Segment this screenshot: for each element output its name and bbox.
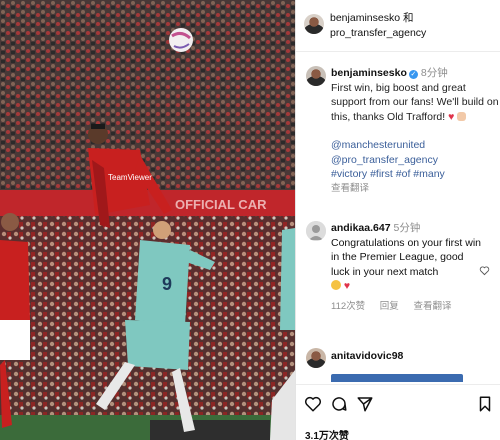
avatar-image (304, 14, 324, 34)
send-icon[interactable] (356, 395, 374, 413)
comment-meta: 112次赞 回复 查看翻译 (331, 300, 481, 315)
caption-username[interactable]: benjaminsesko (331, 67, 407, 79)
hashtags[interactable]: #victory #first #of #many (331, 167, 499, 182)
avatar-image (306, 348, 326, 368)
caption-text: First win, big boost and great support f… (331, 81, 499, 123)
mention-pro-transfer-agency[interactable]: @pro_transfer_agency (331, 153, 499, 168)
post-photo: OFFICIAL CAR TeamViewer 9 (0, 0, 295, 440)
comment-username[interactable]: andikaa.647 (331, 222, 391, 234)
svg-text:TeamViewer: TeamViewer (108, 173, 152, 182)
comment-item: anitavidovic98 (304, 346, 499, 382)
comment-likes[interactable]: 112次赞 (331, 301, 365, 312)
caption-time: 8分钟 (420, 67, 448, 79)
avatar[interactable] (306, 221, 326, 241)
clapping-hands-emoji-icon (457, 111, 467, 121)
heart-outline-icon[interactable] (304, 395, 322, 413)
football-scene-illustration: OFFICIAL CAR TeamViewer 9 (0, 0, 295, 440)
comment-text: Congratulations on your first win in the… (331, 236, 481, 278)
avatar-image (306, 66, 326, 86)
translate-link[interactable]: 查看翻译 (413, 301, 451, 312)
red-heart-emoji-icon: ♥ (343, 280, 351, 292)
mention-manchesterunited[interactable]: @manchesterunited (331, 138, 499, 153)
comment-username[interactable]: anitavidovic98 (331, 350, 403, 362)
red-heart-emoji-icon: ♥ (448, 110, 455, 123)
avatar[interactable] (304, 14, 324, 34)
comment-time: 5分钟 (393, 222, 421, 234)
verified-badge-icon: ✓ (408, 70, 418, 79)
comment-body: andikaa.647 5分钟 Congratulations on your f… (331, 221, 481, 314)
action-bar: 3.1万次赞 (296, 384, 500, 440)
account-link-2[interactable]: pro_transfer_agency (330, 27, 426, 39)
comment-like-button[interactable] (479, 265, 490, 279)
comment-icon[interactable] (330, 395, 348, 413)
collab-connector: 和 (402, 12, 414, 24)
caption-body: benjaminsesko ✓ 8分钟 First win, big boost a… (331, 66, 499, 196)
avatar[interactable] (306, 348, 326, 368)
comment-image-preview (331, 374, 463, 382)
post-header: benjaminsesko 和 pro_transfer_agency (296, 0, 500, 52)
avatar[interactable] (306, 66, 326, 86)
bookmark-icon[interactable] (476, 395, 494, 413)
collab-accounts: benjaminsesko 和 pro_transfer_agency (330, 11, 426, 41)
likes-count[interactable]: 3.1万次赞 (305, 427, 349, 440)
heart-outline-icon (479, 266, 490, 276)
svg-text:OFFICIAL CAR: OFFICIAL CAR (175, 197, 267, 212)
default-avatar-icon (306, 221, 326, 241)
account-link-1[interactable]: benjaminsesko (330, 12, 400, 24)
clapping-emoji-icon (331, 280, 341, 290)
svg-text:9: 9 (162, 274, 172, 294)
translate-link[interactable]: 查看翻译 (331, 182, 499, 197)
reply-button[interactable]: 回复 (380, 301, 399, 312)
post-side-panel: benjaminsesko 和 pro_transfer_agency benj… (295, 0, 500, 440)
